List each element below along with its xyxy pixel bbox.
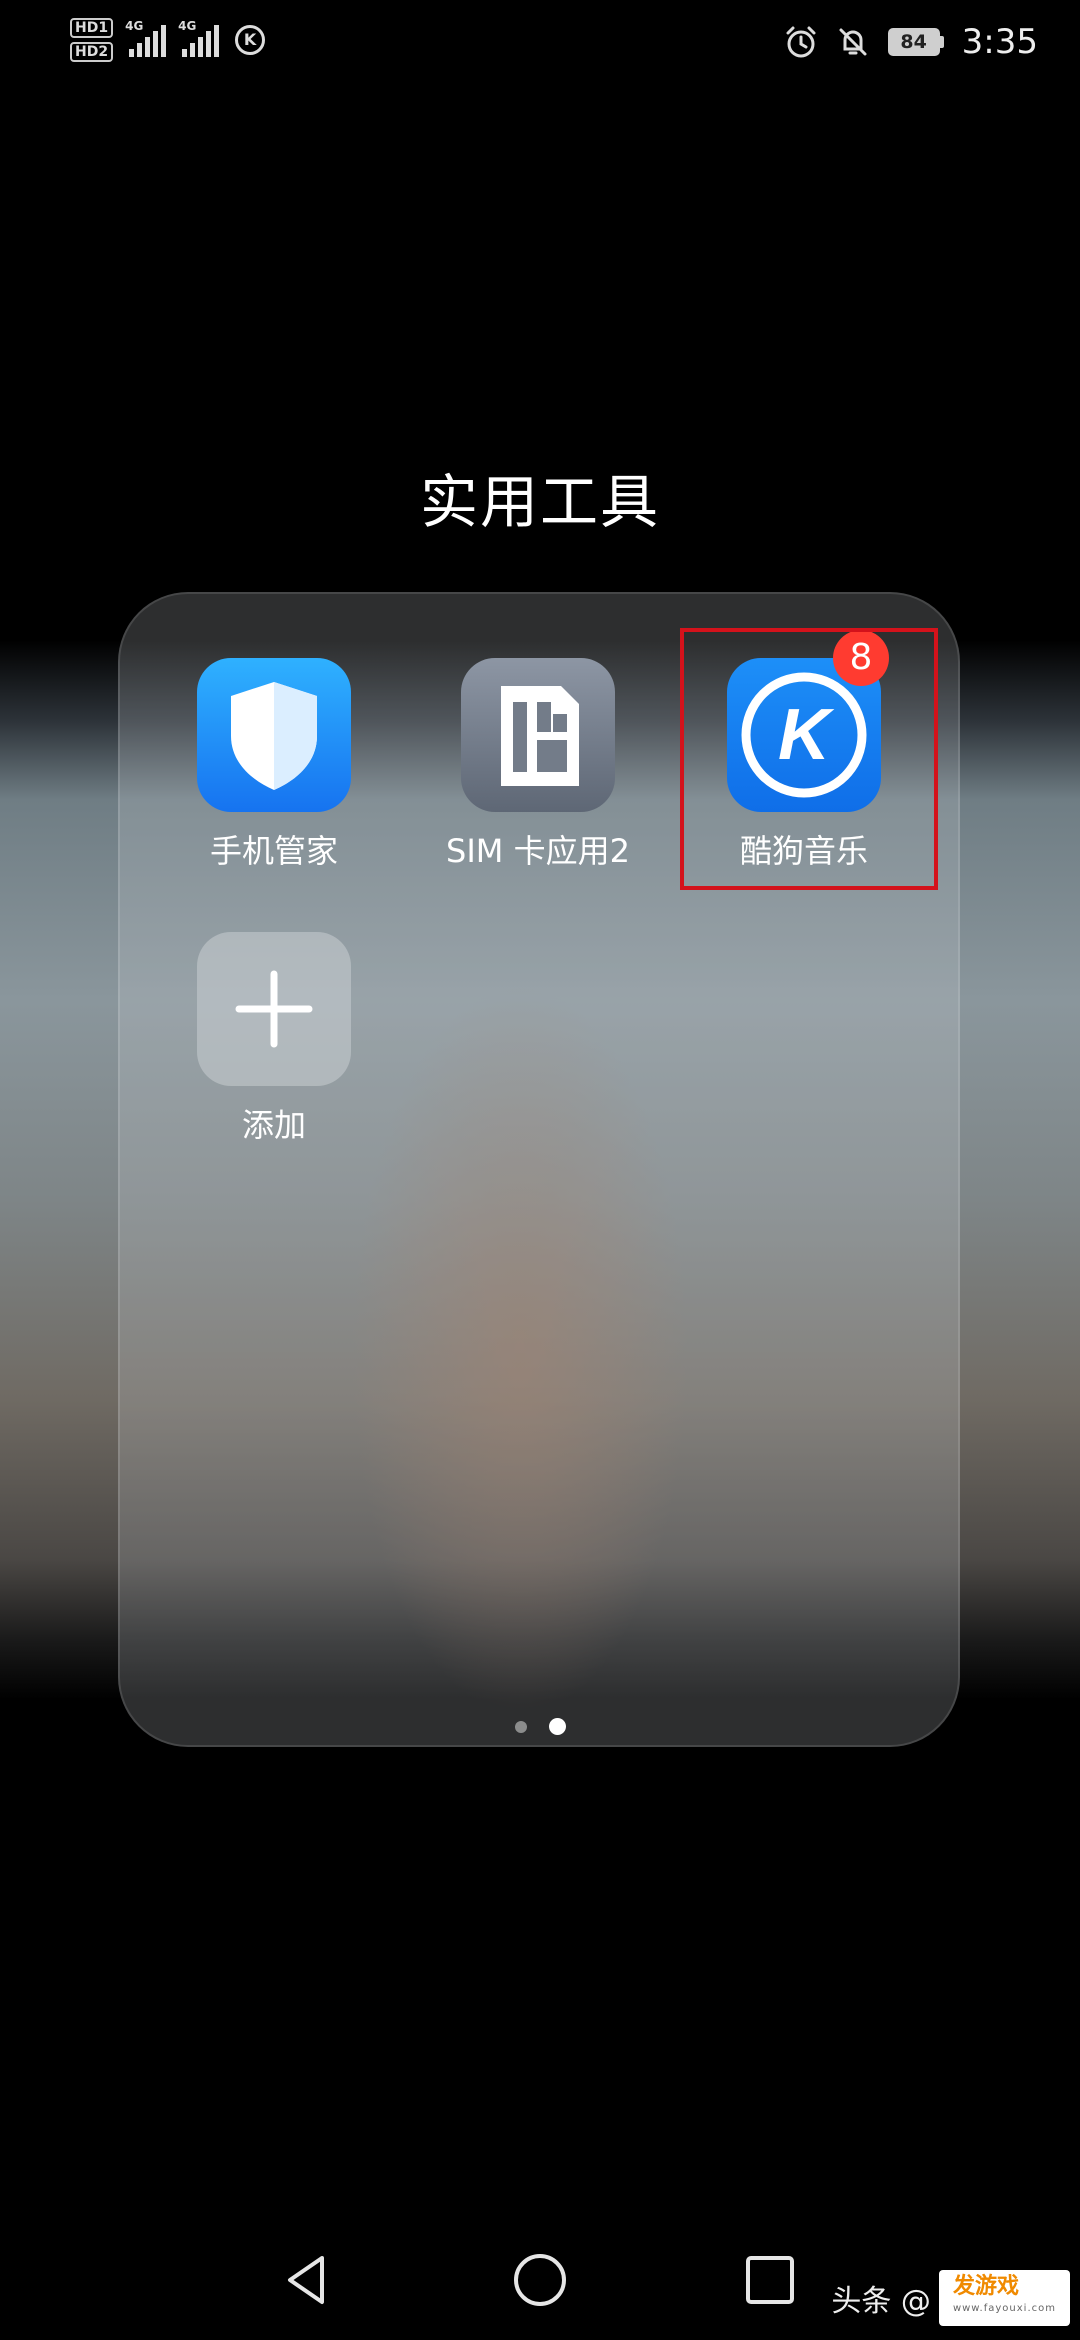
alarm-icon <box>786 26 816 58</box>
watermark-logo-sub: www.fayouxi.com <box>952 2303 1056 2314</box>
app-sim-toolkit[interactable]: SIM 卡应用2 <box>423 658 653 872</box>
network-type-sim1: 4G <box>125 19 144 33</box>
plus-icon <box>197 932 351 1086</box>
signal-icon-sim1: 4G <box>125 19 167 57</box>
home-icon <box>514 2254 566 2306</box>
kugou-status-icon: K <box>235 25 266 55</box>
back-icon <box>288 2256 324 2304</box>
page-indicator[interactable] <box>0 1718 1080 1735</box>
clock: 3:35 <box>961 22 1038 62</box>
page-dot-2-active[interactable] <box>548 1718 566 1735</box>
status-left: HD1 HD2 4G 4G K <box>70 18 266 62</box>
sim-card-icon <box>461 658 615 812</box>
watermark-logo: 发游戏 www.fayouxi.com <box>938 2270 1070 2326</box>
back-button[interactable] <box>258 2230 358 2330</box>
status-right: 84 3:35 <box>784 22 1038 62</box>
notifications-off-icon <box>839 28 867 56</box>
sim2-hd-badge: HD2 <box>70 42 114 62</box>
app-label-phone-manager: 手机管家 <box>209 832 338 870</box>
hd-indicators: HD1 HD2 <box>70 18 114 62</box>
watermark-text: 头条 @ <box>831 2284 931 2319</box>
network-type-sim2: 4G <box>178 19 197 33</box>
watermark: 头条 @ 发游戏 www.fayouxi.com <box>831 2270 1070 2326</box>
sim1-hd-badge: HD1 <box>70 18 114 38</box>
app-label-add: 添加 <box>241 1106 306 1144</box>
watermark-logo-main: 发游戏 <box>952 2274 1019 2299</box>
recents-button[interactable] <box>720 2230 820 2330</box>
battery-indicator: 84 <box>887 28 944 56</box>
status-bar: HD1 HD2 4G 4G K 84 3:35 <box>0 0 1080 90</box>
add-app-button[interactable]: 添加 <box>159 932 389 1146</box>
signal-icon-sim2: 4G <box>178 19 220 57</box>
recents-icon <box>746 2256 794 2304</box>
app-label-sim-toolkit: SIM 卡应用2 <box>446 832 630 870</box>
folder-title[interactable]: 实用工具 <box>0 455 1080 539</box>
home-button[interactable] <box>490 2230 590 2330</box>
highlight-box <box>680 628 938 890</box>
page-dot-1[interactable] <box>514 1720 527 1733</box>
shield-icon <box>197 658 351 812</box>
app-phone-manager[interactable]: 手机管家 <box>159 658 389 872</box>
battery-level: 84 <box>887 28 940 56</box>
